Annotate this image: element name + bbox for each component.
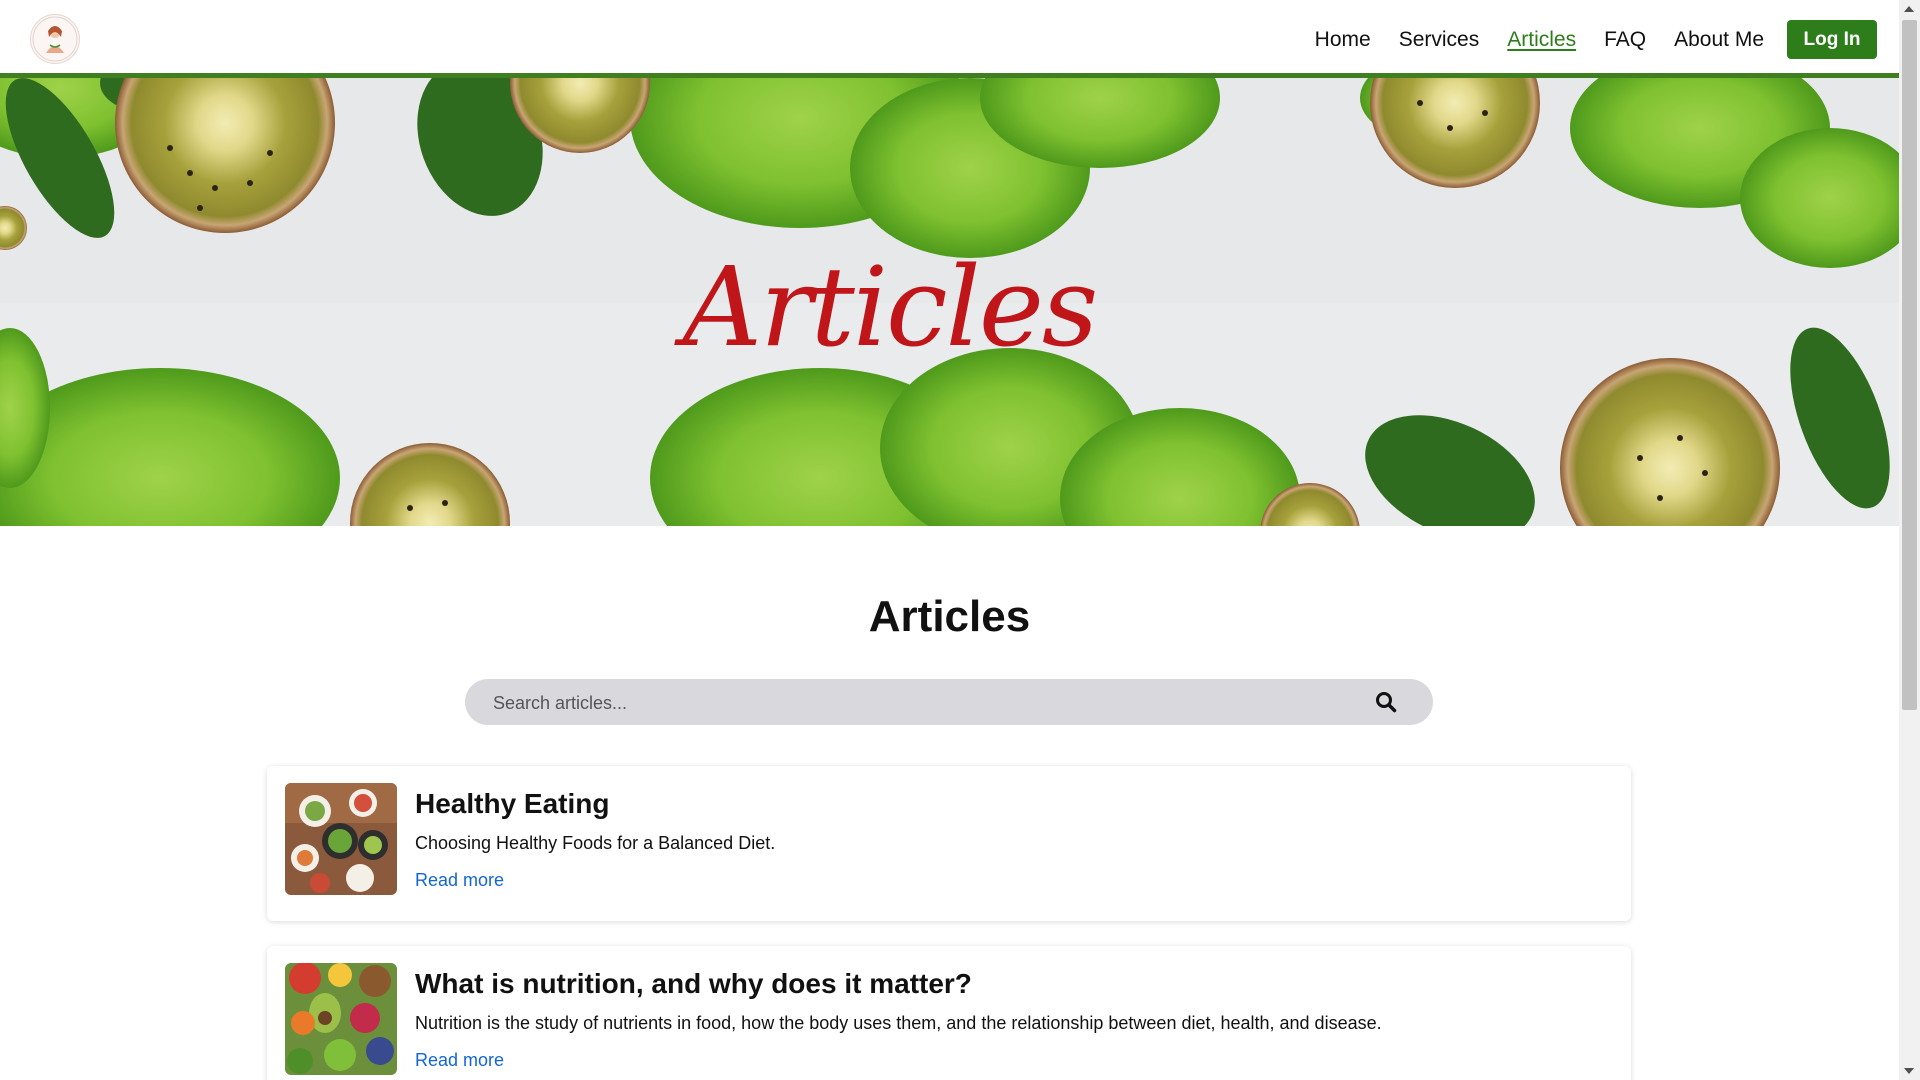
page-title: Articles xyxy=(868,592,1031,641)
nav-home[interactable]: Home xyxy=(1315,21,1371,59)
site-header: Home Services Articles FAQ About Me Log … xyxy=(0,0,1899,78)
hero-banner: Articles xyxy=(0,78,1899,526)
search-input[interactable] xyxy=(491,679,1355,727)
nutrition-image xyxy=(285,963,397,1075)
scroll-up-arrow-icon[interactable] xyxy=(1904,6,1914,12)
scrollbar-thumb[interactable] xyxy=(1902,20,1917,710)
healthy-eating-image xyxy=(285,783,397,895)
scroll-down-arrow-icon[interactable] xyxy=(1904,1068,1914,1074)
nav-faq[interactable]: FAQ xyxy=(1604,21,1646,59)
search-bar xyxy=(465,679,1433,727)
nav-about-me[interactable]: About Me xyxy=(1674,21,1764,59)
page: Home Services Articles FAQ About Me Log … xyxy=(0,0,1899,1080)
article-card: What is nutrition, and why does it matte… xyxy=(267,946,1631,1080)
search-icon[interactable] xyxy=(1375,691,1397,713)
hero-title: Articles xyxy=(682,243,1099,371)
logo-portrait-icon xyxy=(32,16,78,62)
read-more-link[interactable]: Read more xyxy=(415,870,504,891)
article-title[interactable]: Healthy Eating xyxy=(415,788,609,820)
nav-articles[interactable]: Articles xyxy=(1507,21,1576,59)
article-summary: Nutrition is the study of nutrients in f… xyxy=(415,1013,1382,1033)
login-button[interactable]: Log In xyxy=(1787,20,1877,59)
article-thumbnail[interactable] xyxy=(285,963,397,1075)
article-title[interactable]: What is nutrition, and why does it matte… xyxy=(415,968,972,1000)
nav-services[interactable]: Services xyxy=(1399,21,1480,59)
site-logo[interactable] xyxy=(30,14,80,64)
read-more-link[interactable]: Read more xyxy=(415,1050,504,1071)
article-card: Healthy Eating Choosing Healthy Foods fo… xyxy=(267,766,1631,921)
main-nav: Home Services Articles FAQ About Me Log … xyxy=(1287,20,1877,59)
article-thumbnail[interactable] xyxy=(285,783,397,895)
article-summary: Choosing Healthy Foods for a Balanced Di… xyxy=(415,833,776,853)
vertical-scrollbar[interactable] xyxy=(1899,0,1920,1080)
